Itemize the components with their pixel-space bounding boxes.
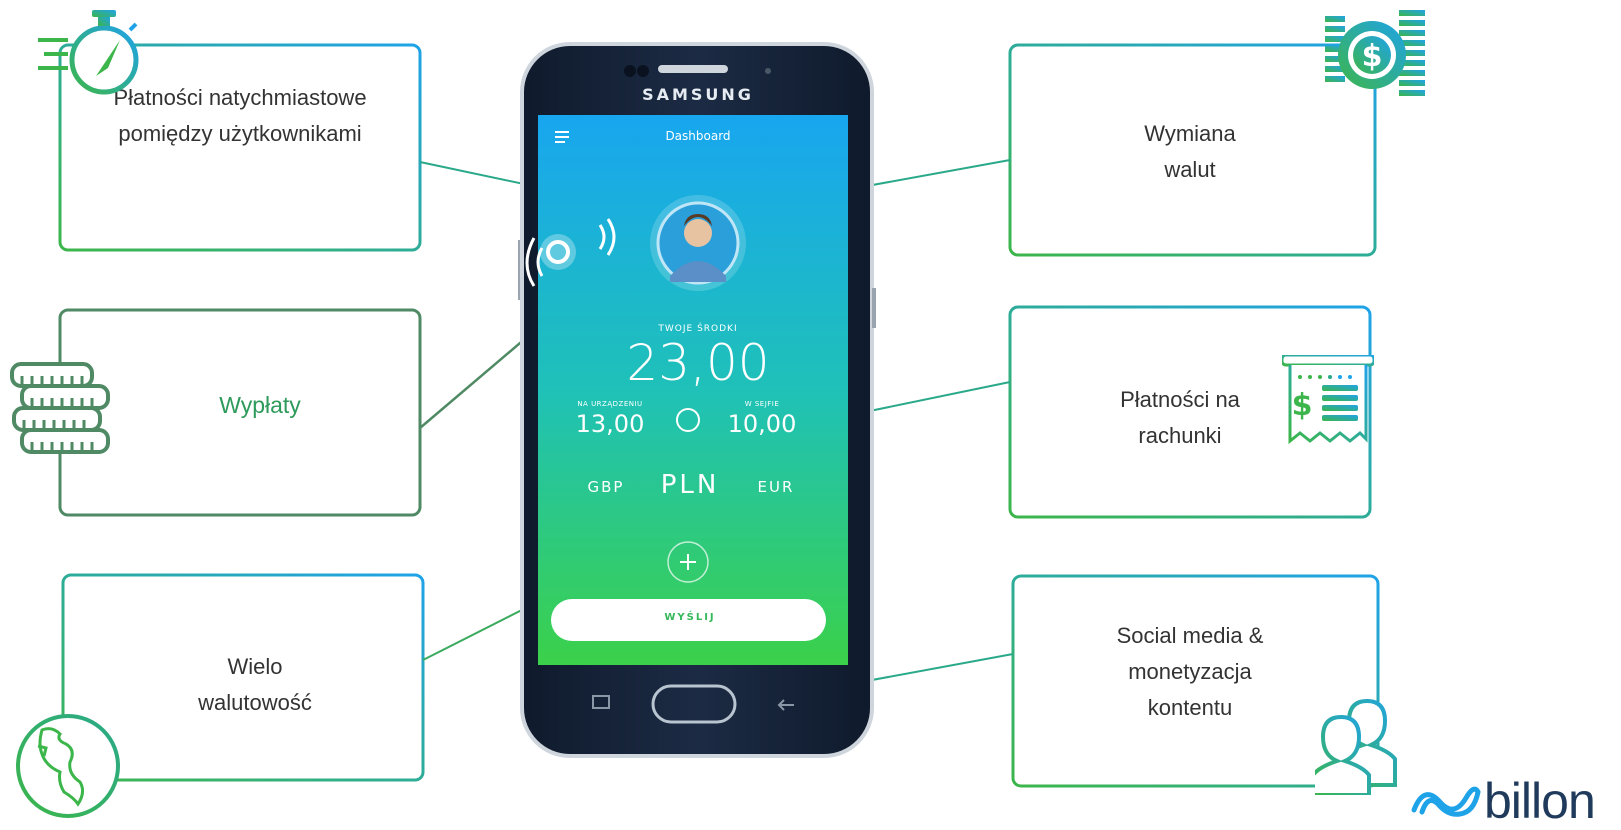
feature-currency-exchange: Wymiana walut — [1144, 121, 1236, 182]
coin-stack-icon — [10, 362, 110, 454]
diagram-stage: Płatności natychmiastowe pomiędzy użytko… — [0, 0, 1621, 829]
device-value: 13,00 — [575, 410, 645, 438]
stopwatch-icon — [38, 10, 139, 95]
currency-eur[interactable]: EUR — [748, 478, 804, 496]
safe-value: 10,00 — [727, 410, 797, 438]
balance-label: TWOJE ŚRODKI — [658, 324, 738, 334]
card-bill-payments: Płatności na rachunki — [1050, 378, 1310, 458]
billon-logo-text: billon — [1484, 773, 1596, 829]
safe-label: W SEJFIE — [744, 400, 780, 408]
feature-withdrawals: Wypłaty — [219, 392, 301, 418]
card-withdrawals: Wypłaty — [120, 370, 400, 440]
card-multi-currency: Wielo walutowość — [130, 645, 380, 725]
currency-pln[interactable]: PLN — [650, 470, 730, 500]
card-currency-exchange: Wymiana walut — [1060, 112, 1320, 192]
card-social-media: Social media & monetyzacja kontentu — [1050, 617, 1330, 727]
send-button[interactable]: WYŚLIJ — [640, 612, 740, 623]
feature-bill-payments: Płatności na rachunki — [1120, 387, 1240, 448]
globe-icon — [16, 714, 120, 818]
billon-logo-mark — [1411, 786, 1481, 817]
dollar-coin-stack-icon: $ — [1325, 10, 1425, 96]
device-label: NA URZĄDZENIU — [577, 400, 643, 408]
feature-multi-currency: Wielo walutowość — [198, 654, 312, 715]
feature-social-media: Social media & monetyzacja kontentu — [1116, 623, 1264, 720]
svg-text:$: $ — [1362, 39, 1383, 74]
balance-value: 23,00 — [626, 334, 770, 392]
svg-text:$: $ — [1292, 388, 1313, 423]
receipt-icon: $ — [1282, 355, 1374, 445]
connector-bill-payments — [859, 381, 1011, 414]
phone-brand: SAMSUNG — [642, 85, 754, 104]
currency-gbp[interactable]: GBP — [578, 478, 634, 496]
screen-title: Dashboard — [665, 129, 731, 143]
